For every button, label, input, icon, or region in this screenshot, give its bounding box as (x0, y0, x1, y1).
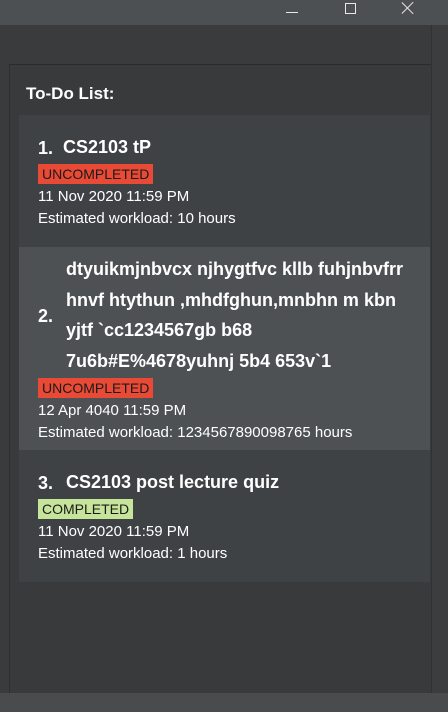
minimize-icon (286, 11, 298, 13)
todo-name-line: dtyuikmjnbvcx njhygtfvc kllb fuhjnbvfrr (66, 259, 404, 279)
todo-workload: Estimated workload: 1234567890098765 hou… (38, 424, 353, 441)
todo-index: 1. (38, 138, 54, 158)
window-title-bar (0, 0, 448, 25)
todo-workload: Estimated workload: 10 hours (38, 210, 236, 227)
todo-name: CS2103 tP (63, 137, 152, 157)
todo-card-selected[interactable]: 2. dtyuikmjnbvcx njhygtfvc kllb fuhjnbvf… (19, 247, 430, 450)
close-icon (401, 1, 415, 15)
minimize-button[interactable] (270, 0, 314, 16)
status-badge: COMPLETED (38, 499, 134, 519)
status-badge: UNCOMPLETED (38, 164, 154, 184)
close-button[interactable] (386, 0, 430, 16)
todo-card[interactable]: 3. CS2103 post lecture quiz COMPLETED 11… (19, 450, 430, 582)
maximize-icon (344, 2, 356, 14)
todo-index: 3. (38, 473, 54, 493)
todo-date: 11 Nov 2020 11:59 PM (38, 523, 190, 540)
todo-workload: Estimated workload: 1 hours (38, 545, 228, 562)
todo-date: 11 Nov 2020 11:59 PM (38, 188, 190, 205)
todo-name-line: hnvf htythun ,mhdfghun,mnbhn m kbn (66, 290, 396, 310)
todo-card[interactable]: 1. CS2103 tP UNCOMPLETED 11 Nov 2020 11:… (19, 115, 430, 247)
top-pane (0, 25, 448, 65)
status-badge: UNCOMPLETED (38, 378, 154, 398)
todo-name-line: 7u6b#E%4678yuhnj 5b4 653v`1 (66, 351, 332, 371)
list-title: To-Do List: (26, 84, 115, 103)
status-bar (0, 693, 448, 712)
right-scroll-area[interactable] (431, 25, 448, 693)
todo-index: 2. (38, 306, 54, 326)
todo-date: 12 Apr 4040 11:59 PM (38, 402, 187, 419)
todo-name: CS2103 post lecture quiz (66, 472, 280, 492)
maximize-button[interactable] (328, 0, 372, 16)
todo-name-line: yjtf `cc1234567gb b68 (66, 320, 253, 340)
